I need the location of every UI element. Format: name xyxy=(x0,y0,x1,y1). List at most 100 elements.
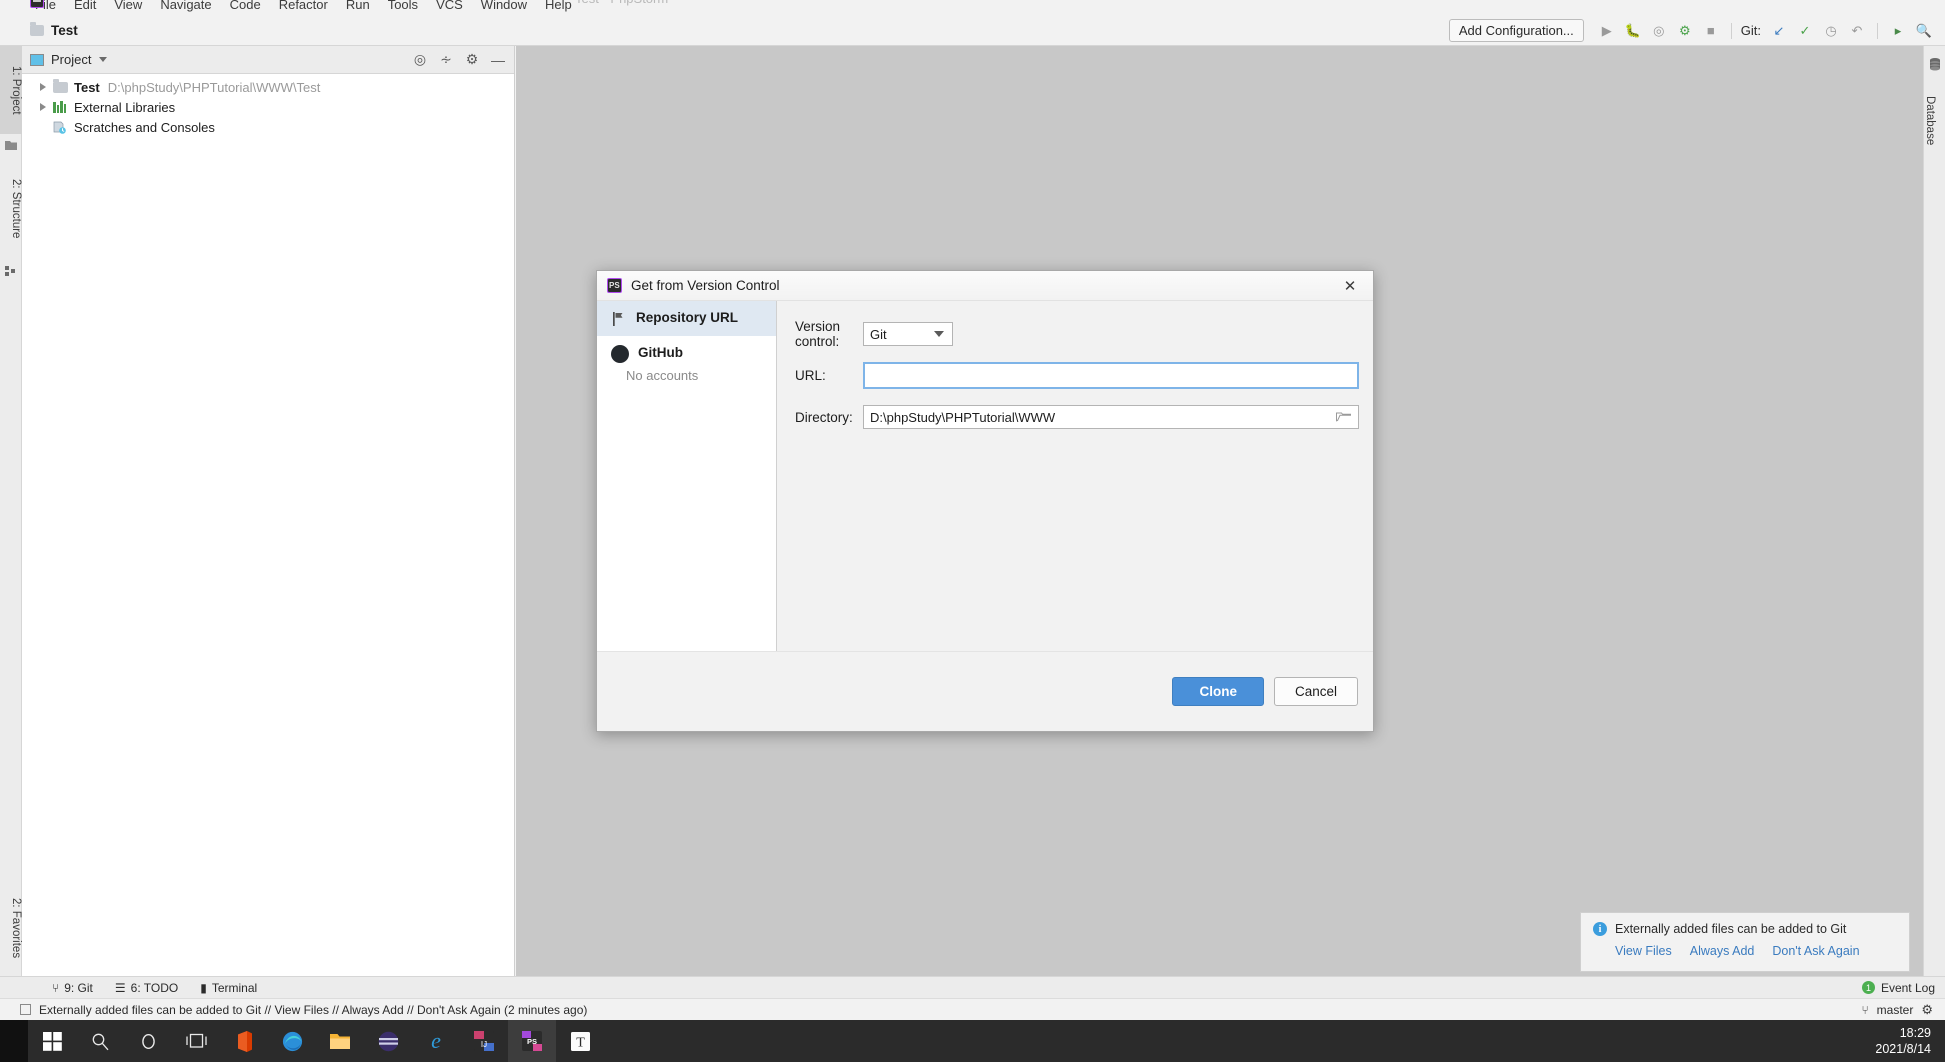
menu-item-run[interactable]: Run xyxy=(337,0,379,16)
search-icon[interactable] xyxy=(76,1020,124,1062)
app-purple-icon[interactable] xyxy=(364,1020,412,1062)
tree-row[interactable]: External Libraries xyxy=(22,97,514,117)
file-explorer-icon[interactable] xyxy=(316,1020,364,1062)
toolbar-divider xyxy=(1730,22,1732,39)
expand-arrow-icon[interactable] xyxy=(40,83,46,91)
svg-text:PS: PS xyxy=(527,1037,537,1046)
start-button[interactable] xyxy=(28,1020,76,1062)
window-controls: — ◻ ✕ xyxy=(1793,0,1939,1)
minimize-icon[interactable]: — xyxy=(1793,0,1823,1)
settings-gear-icon[interactable]: ⚙ xyxy=(464,51,480,68)
tool-window-terminal[interactable]: ▮ Terminal xyxy=(200,981,257,995)
database-icon xyxy=(1929,58,1941,71)
tree-row[interactable]: Test D:\phpStudy\PHPTutorial\WWW\Test xyxy=(22,77,514,97)
sidebar-item-project[interactable]: 1: Project xyxy=(0,46,22,134)
sidebar-item-structure[interactable]: 2: Structure xyxy=(0,158,22,260)
version-control-value: Git xyxy=(870,326,887,342)
edge-icon[interactable] xyxy=(268,1020,316,1062)
dialog-sidebar-github-label: GitHub xyxy=(638,345,683,360)
expand-arrow-icon[interactable] xyxy=(40,103,46,111)
toolbar-divider-2 xyxy=(1877,22,1878,39)
status-bar-right: ⑂ master ⚙ xyxy=(1861,1002,1945,1018)
rollback-icon[interactable]: ↶ xyxy=(1846,20,1868,42)
maximize-icon[interactable]: ◻ xyxy=(1851,0,1881,1)
sidebar-item-database[interactable]: Database xyxy=(1924,78,1945,164)
event-log-label: Event Log xyxy=(1880,980,1935,995)
sidebar-item-project-label: 1: Project xyxy=(10,65,22,115)
directory-label: Directory: xyxy=(795,409,853,425)
menu-item-navigate[interactable]: Navigate xyxy=(151,0,220,16)
branch-label[interactable]: master xyxy=(1877,1003,1914,1017)
search-everywhere-icon[interactable]: ▸ xyxy=(1887,20,1909,42)
dialog-sidebar-item-repository-url[interactable]: Repository URL xyxy=(597,301,776,336)
status-bar: Externally added files can be added to G… xyxy=(0,998,1945,1020)
sync-icon[interactable]: ⚙ xyxy=(1921,1002,1933,1018)
always-add-link[interactable]: Always Add xyxy=(1690,944,1755,958)
info-icon: i xyxy=(1593,922,1607,936)
dialog-title: Get from Version Control xyxy=(631,278,780,293)
folder-open-icon[interactable] xyxy=(1336,411,1352,424)
sidebar-item-structure-label: 2: Structure xyxy=(10,179,22,239)
cortana-icon[interactable] xyxy=(124,1020,172,1062)
run-icon[interactable]: ▶ xyxy=(1596,20,1618,42)
menu-item-tools[interactable]: Tools xyxy=(379,0,427,16)
menu-item-vcs[interactable]: VCS xyxy=(427,0,472,16)
dialog-footer: Clone Cancel xyxy=(597,651,1373,731)
locate-icon[interactable]: ◎ xyxy=(412,51,428,68)
history-icon[interactable]: ◷ xyxy=(1820,20,1842,42)
hide-icon[interactable]: — xyxy=(490,52,506,68)
dialog-body: Repository URL GitHub No accounts Versio… xyxy=(597,301,1373,651)
tool-window-git[interactable]: ⑂ 9: Git xyxy=(52,981,93,995)
office-icon[interactable] xyxy=(220,1020,268,1062)
tool-window-bar: ⑂ 9: Git ☰ 6: TODO ▮ Terminal 1 Event Lo… xyxy=(0,976,1945,998)
directory-input[interactable] xyxy=(870,409,1336,425)
menu-item-view[interactable]: View xyxy=(105,0,151,16)
clone-button[interactable]: Clone xyxy=(1172,677,1264,706)
menu-bar: File Edit View Navigate Code Refactor Ru… xyxy=(0,0,1945,16)
phpstorm-icon[interactable]: PS xyxy=(508,1020,556,1062)
menu-item-code[interactable]: Code xyxy=(221,0,270,16)
find-icon[interactable]: 🔍 xyxy=(1913,20,1935,42)
tool-window-git-label: 9: Git xyxy=(64,980,93,995)
view-files-link[interactable]: View Files xyxy=(1615,944,1672,958)
url-input[interactable] xyxy=(863,362,1359,389)
status-indicator-icon xyxy=(20,1004,31,1015)
window-title: Test - PhpStorm xyxy=(575,0,668,10)
chevron-down-icon[interactable] xyxy=(99,57,108,62)
stop-icon[interactable]: ■ xyxy=(1700,20,1722,42)
version-control-select[interactable]: Git xyxy=(863,322,953,346)
task-view-icon[interactable] xyxy=(172,1020,220,1062)
debug-icon[interactable]: 🐛 xyxy=(1622,20,1644,42)
tree-row[interactable]: Scratches and Consoles xyxy=(22,117,514,137)
profile-icon[interactable]: ⚙ xyxy=(1674,20,1696,42)
taskbar-clock[interactable]: 18:29 2021/8/14 xyxy=(1875,1025,1945,1057)
breadcrumb-label: Test xyxy=(51,23,78,38)
status-message: Externally added files can be added to G… xyxy=(39,1002,588,1017)
cancel-button[interactable]: Cancel xyxy=(1273,677,1358,706)
dont-ask-again-link[interactable]: Don't Ask Again xyxy=(1772,944,1859,958)
commit-icon[interactable]: ✓ xyxy=(1794,20,1816,42)
folder-icon xyxy=(30,22,44,36)
project-panel-actions: ◎ ∻ ⚙ — xyxy=(412,51,506,68)
project-panel-header: Project ◎ ∻ ⚙ — xyxy=(22,46,514,74)
dialog-sidebar-item-github[interactable]: GitHub xyxy=(597,336,776,372)
git-label: Git: xyxy=(1740,23,1761,38)
sidebar-item-favorites[interactable]: 2: Favorites xyxy=(0,876,22,980)
close-icon[interactable]: ✕ xyxy=(1337,275,1363,297)
intellij-idea-icon[interactable]: IJ xyxy=(460,1020,508,1062)
structure-icon xyxy=(5,264,17,276)
update-project-icon[interactable]: ↙ xyxy=(1768,20,1790,42)
get-from-version-control-dialog: Get from Version Control ✕ Repository UR… xyxy=(596,270,1374,732)
close-icon[interactable]: ✕ xyxy=(1909,0,1939,1)
repository-url-icon xyxy=(611,311,627,327)
menu-item-refactor[interactable]: Refactor xyxy=(270,0,337,16)
event-log-area[interactable]: 1 Event Log xyxy=(1861,980,1945,995)
menu-item-window[interactable]: Window xyxy=(472,0,536,16)
run-coverage-icon[interactable]: ◎ xyxy=(1648,20,1670,42)
typora-icon[interactable]: T xyxy=(556,1020,604,1062)
menu-item-edit[interactable]: Edit xyxy=(65,0,105,16)
internet-explorer-icon[interactable]: e xyxy=(412,1020,460,1062)
tool-window-todo[interactable]: ☰ 6: TODO xyxy=(115,981,178,995)
collapse-all-icon[interactable]: ∻ xyxy=(438,51,454,68)
add-configuration-button[interactable]: Add Configuration... xyxy=(1448,19,1584,42)
